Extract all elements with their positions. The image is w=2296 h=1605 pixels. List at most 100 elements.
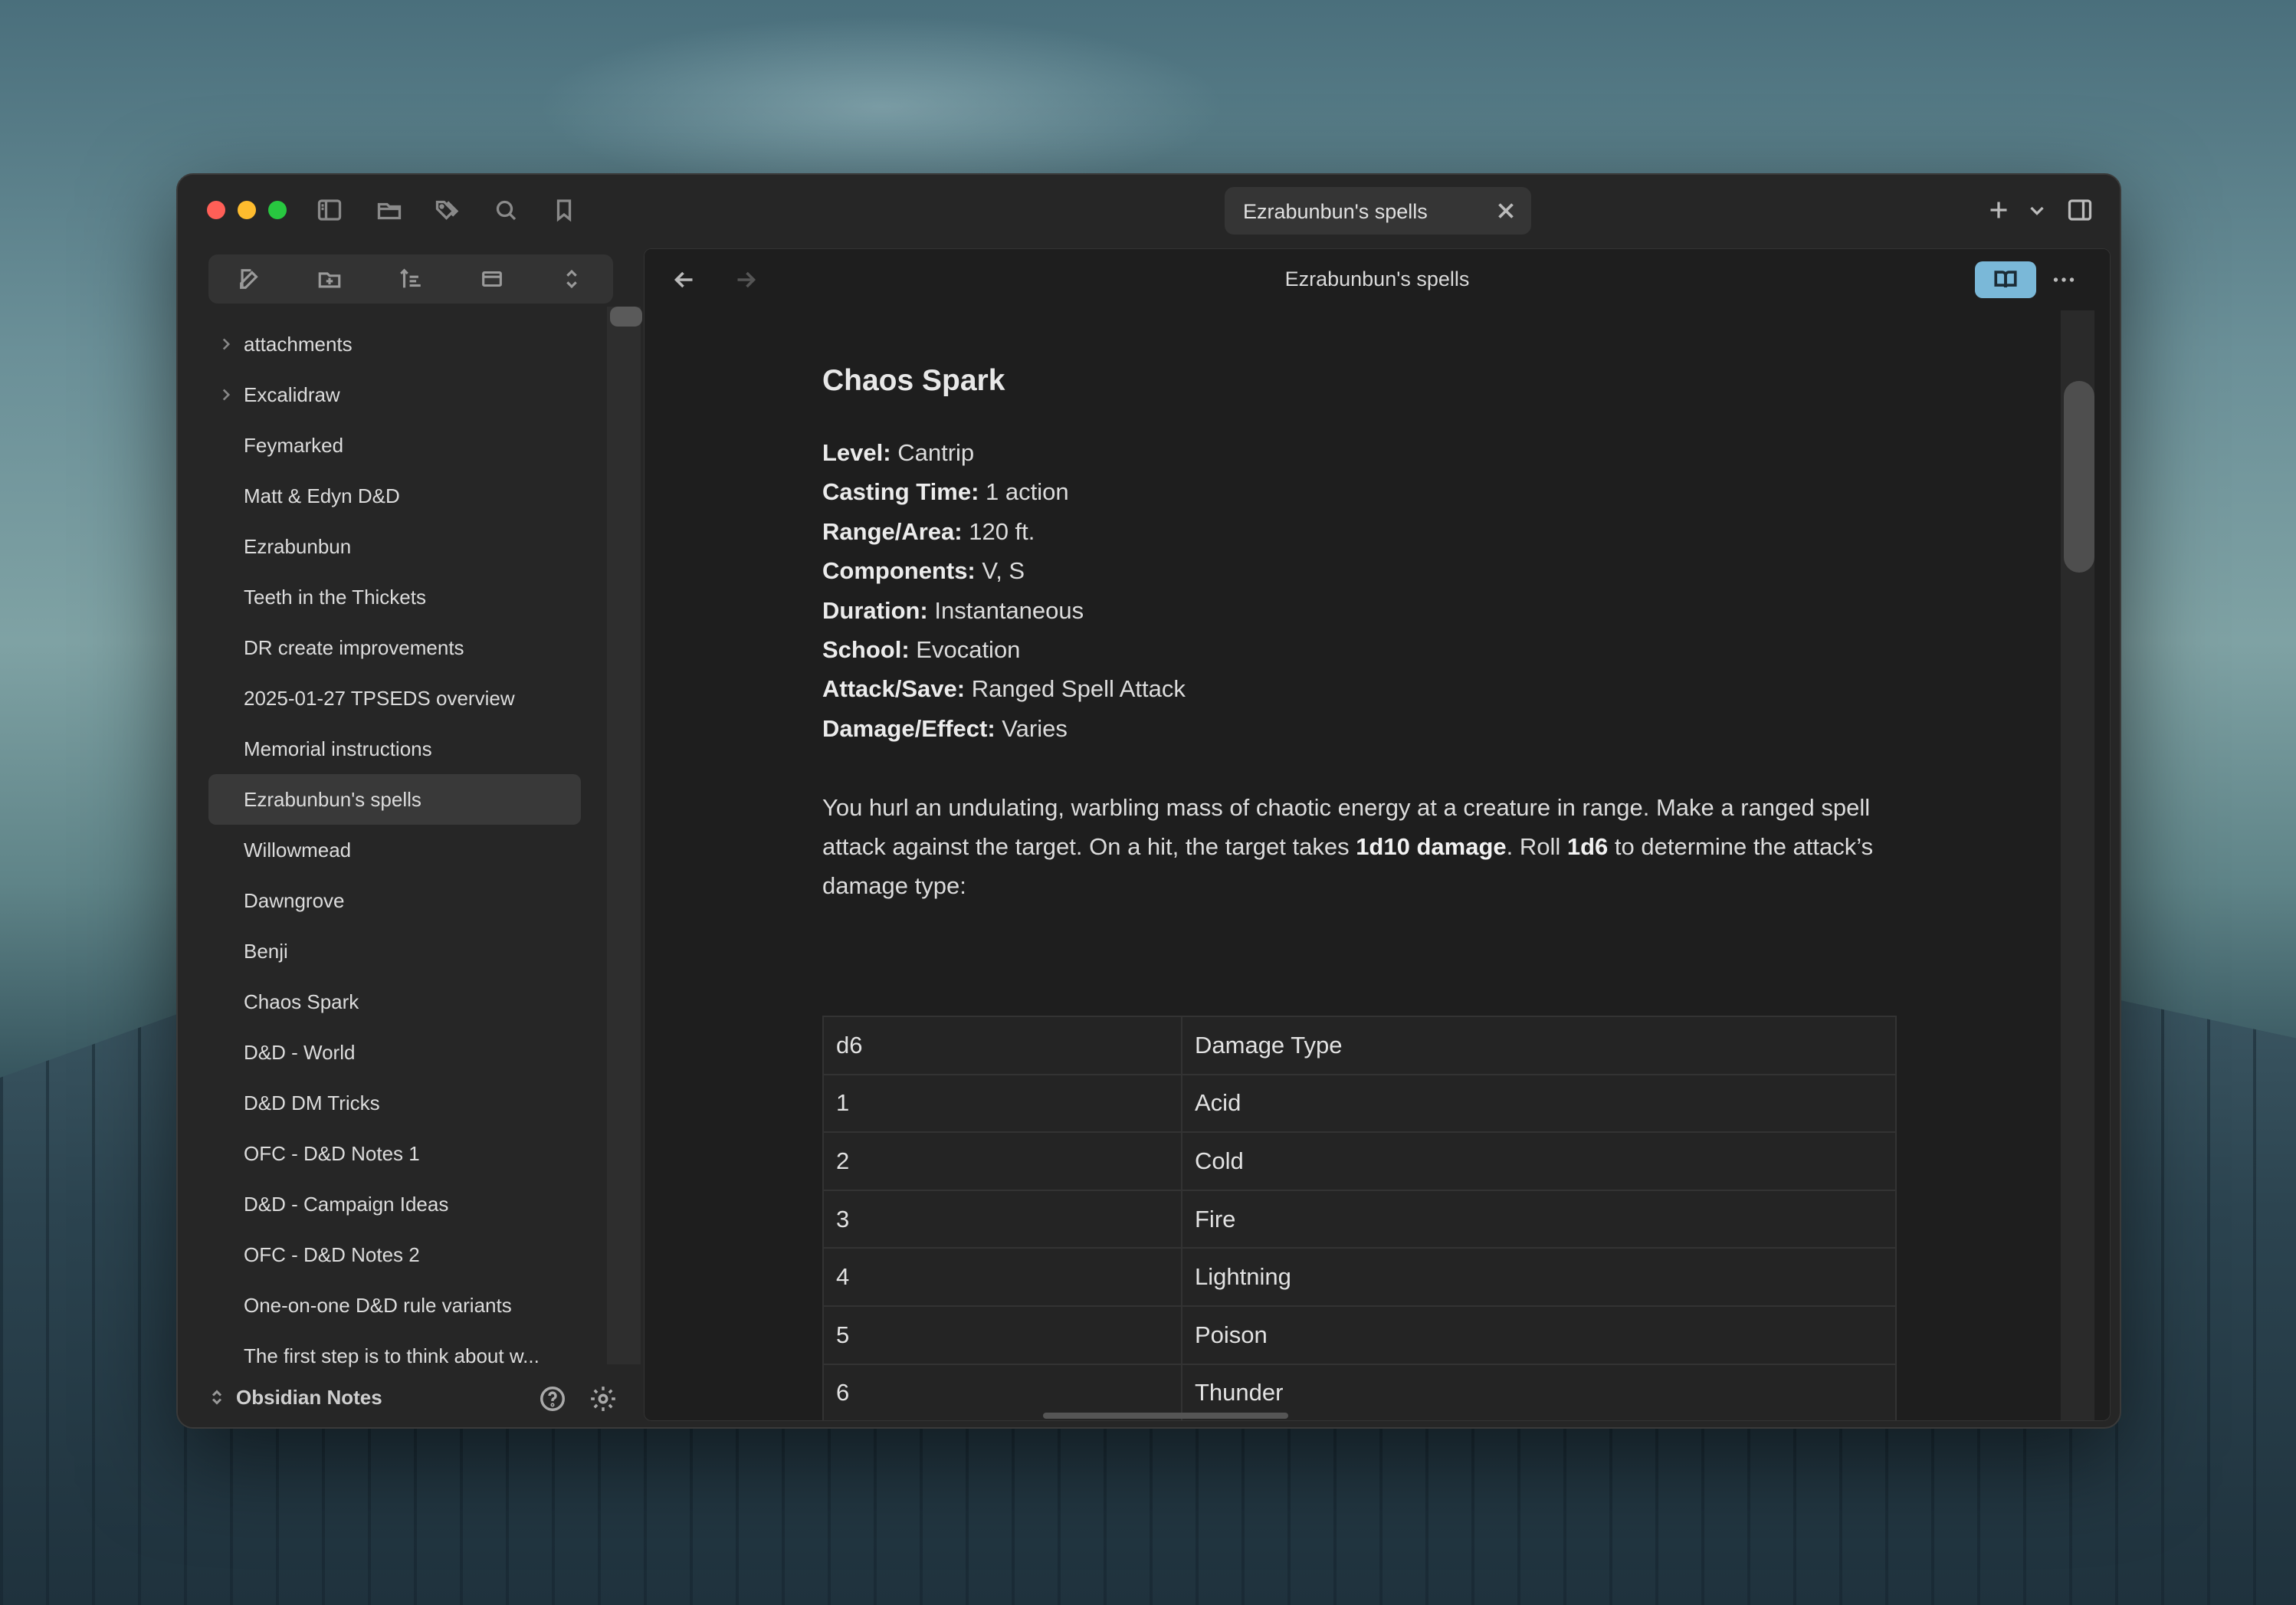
- sidebar-toggle-icon[interactable]: [313, 195, 346, 225]
- vault-name[interactable]: Obsidian Notes: [236, 1386, 382, 1410]
- file-item[interactable]: OFC - D&D Notes 2: [208, 1229, 581, 1280]
- property-key: Casting Time:: [822, 478, 979, 506]
- property-line: Damage/Effect: Varies: [822, 709, 1911, 748]
- folder-item-attachments[interactable]: attachments: [208, 319, 581, 369]
- spell-properties: Level: Cantrip Casting Time: 1 action Ra…: [822, 433, 1911, 748]
- chevron-right-icon[interactable]: [216, 385, 236, 405]
- minimize-window-button[interactable]: [238, 201, 256, 219]
- table-cell: Poison: [1181, 1305, 1897, 1365]
- file-item[interactable]: D&D DM Tricks: [208, 1078, 581, 1128]
- chevron-right-icon[interactable]: [216, 334, 236, 354]
- file-item[interactable]: Teeth in the Thickets: [208, 572, 581, 622]
- tab-label: Ezrabunbun's spells: [1243, 200, 1428, 223]
- property-line: Attack/Save: Ranged Spell Attack: [822, 669, 1911, 708]
- file-item[interactable]: Feymarked: [208, 420, 581, 471]
- table-row: 2 Cold: [822, 1131, 1897, 1191]
- chevron-down-icon[interactable]: [2020, 195, 2054, 225]
- paragraph-text: . Roll: [1506, 833, 1567, 861]
- search-icon[interactable]: [489, 195, 523, 225]
- file-label: Teeth in the Thickets: [244, 586, 426, 609]
- file-label: Memorial instructions: [244, 737, 432, 760]
- file-label: Willowmead: [244, 839, 352, 862]
- file-item[interactable]: Chaos Spark: [208, 976, 581, 1027]
- file-label: The first step is to think about w...: [244, 1344, 540, 1367]
- file-item[interactable]: DR create improvements: [208, 622, 581, 673]
- close-window-button[interactable]: [207, 201, 225, 219]
- paragraph-bold: 1d10 damage: [1356, 833, 1507, 861]
- editor-scroll-thumb[interactable]: [2064, 381, 2094, 573]
- new-note-icon[interactable]: [233, 264, 267, 294]
- table-header-cell: Damage Type: [1181, 1016, 1897, 1075]
- sort-icon[interactable]: [394, 264, 428, 294]
- file-item[interactable]: OFC - D&D Notes 1: [208, 1128, 581, 1179]
- file-item[interactable]: Dawngrove: [208, 875, 581, 926]
- property-value: Varies: [995, 714, 1068, 742]
- file-label: 2025-01-27 TPSEDS overview: [244, 687, 515, 710]
- titlebar: Ezrabunbun's spells: [178, 175, 2120, 248]
- file-item[interactable]: Benji: [208, 926, 581, 976]
- file-item[interactable]: D&D - World: [208, 1027, 581, 1078]
- file-item[interactable]: Matt & Edyn D&D: [208, 471, 581, 521]
- file-label: Excalidraw: [244, 383, 340, 406]
- property-line: Range/Area: 120 ft.: [822, 512, 1911, 551]
- property-key: Damage/Effect:: [822, 714, 995, 742]
- sidebar-scrollbar[interactable]: [607, 307, 642, 1364]
- collapse-all-icon[interactable]: [475, 264, 509, 294]
- document-title[interactable]: Ezrabunbun's spells: [645, 268, 2110, 291]
- property-line: Duration: Instantaneous: [822, 591, 1911, 630]
- close-icon[interactable]: [1493, 198, 1519, 224]
- table-cell: Thunder: [1181, 1363, 1897, 1420]
- file-item-active[interactable]: Ezrabunbun's spells: [208, 774, 581, 825]
- file-item[interactable]: One-on-one D&D rule variants: [208, 1280, 581, 1331]
- file-item[interactable]: 2025-01-27 TPSEDS overview: [208, 673, 581, 724]
- sidebar-scroll-thumb[interactable]: [610, 307, 642, 327]
- vault-switcher-icon[interactable]: [205, 1386, 228, 1409]
- table-header-cell: d6: [822, 1016, 1182, 1075]
- table-cell: 1: [822, 1073, 1182, 1134]
- table-cell: Lightning: [1181, 1247, 1897, 1307]
- folder-item-excalidraw[interactable]: Excalidraw: [208, 369, 581, 420]
- file-label: attachments: [244, 333, 353, 356]
- new-tab-icon[interactable]: [1982, 195, 2016, 225]
- right-sidebar-toggle-icon[interactable]: [2063, 195, 2097, 225]
- file-item[interactable]: D&D - Campaign Ideas: [208, 1179, 581, 1229]
- editor-pane: Ezrabunbun's spells Chaos Spark Level: C…: [644, 248, 2111, 1421]
- tags-icon[interactable]: [431, 195, 464, 225]
- more-options-icon[interactable]: [2050, 266, 2081, 297]
- property-key: School:: [822, 636, 910, 664]
- table-row: 1 Acid: [822, 1073, 1897, 1134]
- file-label: OFC - D&D Notes 1: [244, 1142, 420, 1165]
- editor-scrollbar[interactable]: [2061, 310, 2094, 1420]
- property-line: Level: Cantrip: [822, 433, 1911, 472]
- zoom-window-button[interactable]: [268, 201, 287, 219]
- gear-icon[interactable]: [589, 1384, 618, 1413]
- file-label: One-on-one D&D rule variants: [244, 1294, 512, 1317]
- tab-active[interactable]: Ezrabunbun's spells: [1225, 187, 1531, 235]
- table-header-row: d6 Damage Type: [822, 1016, 1897, 1075]
- file-item[interactable]: Ezrabunbun: [208, 521, 581, 572]
- description-paragraph: You hurl an undulating, warbling mass of…: [822, 788, 1911, 905]
- table-cell: 4: [822, 1247, 1182, 1307]
- reading-mode-button[interactable]: [1975, 261, 2036, 298]
- horizontal-scroll-indicator[interactable]: [1043, 1413, 1288, 1419]
- table-cell: Fire: [1181, 1189, 1897, 1249]
- folder-icon[interactable]: [372, 195, 406, 225]
- file-label: Dawngrove: [244, 889, 345, 912]
- table-row: 3 Fire: [822, 1189, 1897, 1249]
- expand-icon[interactable]: [555, 264, 589, 294]
- file-label: Chaos Spark: [244, 990, 359, 1013]
- help-icon[interactable]: [538, 1384, 567, 1413]
- vault-footer: Obsidian Notes: [178, 1367, 622, 1427]
- property-line: School: Evocation: [822, 630, 1911, 669]
- file-item[interactable]: Memorial instructions: [208, 724, 581, 774]
- file-label: DR create improvements: [244, 636, 464, 659]
- damage-type-table: d6 Damage Type 1 Acid 2 Cold 3 Fire 4 Lightn…: [822, 1016, 1897, 1420]
- table-row: 6 Thunder: [822, 1363, 1897, 1420]
- property-key: Level:: [822, 439, 891, 466]
- bookmark-icon[interactable]: [547, 195, 581, 225]
- note-heading: Chaos Spark: [822, 364, 1005, 397]
- property-key: Range/Area:: [822, 517, 963, 545]
- file-item[interactable]: Willowmead: [208, 825, 581, 875]
- new-folder-icon[interactable]: [313, 264, 346, 294]
- property-line: Casting Time: 1 action: [822, 472, 1911, 511]
